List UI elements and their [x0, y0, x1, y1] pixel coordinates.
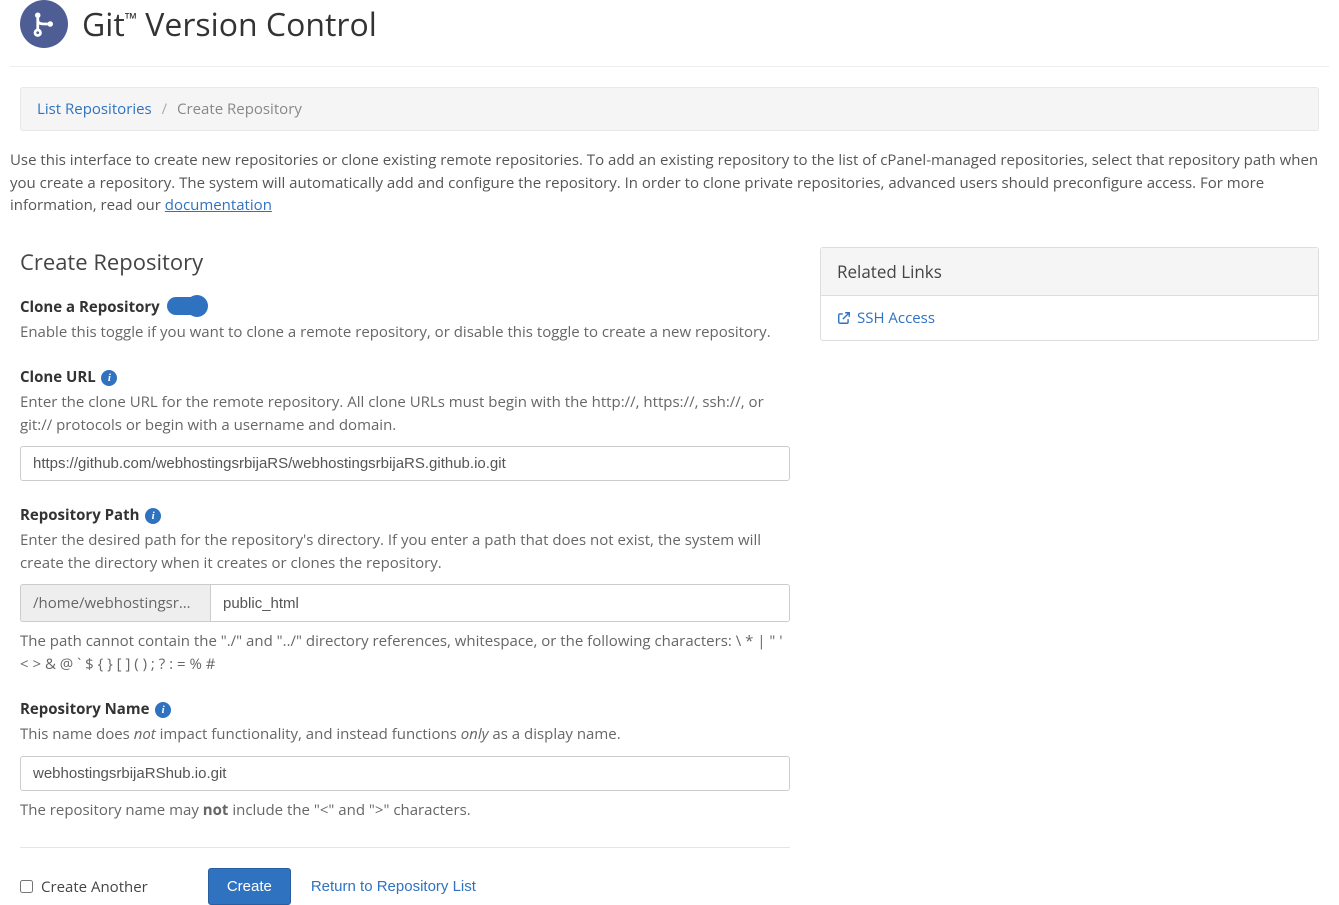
repo-path-hint: The path cannot contain the "./" and "..… — [20, 630, 790, 675]
create-button[interactable]: Create — [208, 868, 291, 905]
clone-toggle-help: Enable this toggle if you want to clone … — [20, 321, 790, 344]
git-icon — [20, 0, 68, 48]
clone-url-group: Clone URL i Enter the clone URL for the … — [20, 367, 790, 481]
ssh-access-link[interactable]: SSH Access — [837, 308, 1302, 328]
clone-url-help: Enter the clone URL for the remote repos… — [20, 391, 790, 436]
breadcrumb-list-repositories[interactable]: List Repositories — [37, 99, 152, 119]
return-link[interactable]: Return to Repository List — [311, 878, 476, 895]
clone-toggle-label: Clone a Repository — [20, 297, 160, 317]
create-another-checkbox[interactable] — [20, 880, 33, 893]
repo-path-label: Repository Path — [20, 505, 139, 525]
clone-url-label: Clone URL — [20, 367, 96, 387]
divider — [20, 847, 790, 848]
repo-path-help: Enter the desired path for the repositor… — [20, 529, 790, 574]
form-actions: Create Another Create Return to Reposito… — [20, 868, 790, 905]
repo-path-group: Repository Path i Enter the desired path… — [20, 505, 790, 675]
info-icon[interactable]: i — [101, 370, 117, 386]
ssh-access-label: SSH Access — [857, 308, 935, 328]
info-icon[interactable]: i — [155, 702, 171, 718]
breadcrumb-current: Create Repository — [177, 99, 302, 119]
create-another-label[interactable]: Create Another — [41, 877, 148, 897]
external-link-icon — [837, 311, 851, 325]
clone-toggle-group: Clone a Repository Enable this toggle if… — [20, 297, 790, 344]
related-links-panel: Related Links SSH Access — [820, 247, 1319, 341]
intro-text: Use this interface to create new reposit… — [10, 149, 1329, 217]
page-header: Git™ Version Control — [10, 0, 1329, 67]
repo-name-input[interactable] — [20, 756, 790, 791]
related-links-title: Related Links — [821, 248, 1318, 296]
repo-name-group: Repository Name i This name does not imp… — [20, 699, 790, 821]
clone-url-input[interactable] — [20, 446, 790, 481]
page-title: Git™ Version Control — [82, 3, 377, 46]
breadcrumb-separator: / — [156, 99, 174, 119]
info-icon[interactable]: i — [145, 508, 161, 524]
repo-path-input[interactable] — [210, 584, 790, 622]
breadcrumb: List Repositories / Create Repository — [20, 87, 1319, 131]
clone-toggle[interactable] — [167, 297, 207, 315]
section-title: Create Repository — [20, 247, 790, 277]
repo-name-hint: The repository name may not include the … — [20, 799, 790, 822]
documentation-link[interactable]: documentation — [165, 195, 272, 215]
repo-path-prefix: /home/webhostingsr… — [20, 584, 210, 622]
repo-name-label: Repository Name — [20, 699, 149, 719]
repo-name-help: This name does not impact functionality,… — [20, 723, 790, 746]
